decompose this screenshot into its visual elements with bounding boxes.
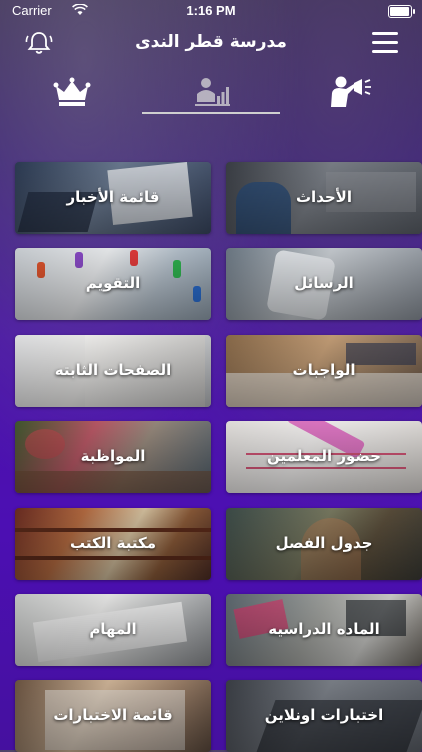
active-tab-indicator: [142, 112, 280, 114]
card-label: التقويم: [85, 274, 141, 292]
icon-tabs: [0, 72, 422, 122]
speaker-icon: [331, 76, 371, 107]
card-label: قائمة الاختبارات: [53, 706, 173, 724]
card-news-list[interactable]: قائمة الأخبار: [15, 162, 211, 234]
navigation-bar: مدرسة قطر الندى: [0, 26, 422, 62]
card-attendance[interactable]: المواظبة: [15, 421, 211, 493]
card-label: قائمة الأخبار: [66, 188, 160, 206]
status-bar: Carrier 1:16 PM: [0, 0, 422, 22]
tab-chart[interactable]: [183, 72, 239, 112]
card-events[interactable]: الأحداث: [226, 162, 422, 234]
card-label: الأحداث: [295, 188, 352, 206]
tab-speaker[interactable]: [322, 72, 378, 112]
card-library[interactable]: مكتبة الكتب: [15, 508, 211, 580]
chart-icon: [195, 78, 230, 106]
card-label: الرسائل: [294, 274, 354, 292]
card-online-exams[interactable]: اختبارات اونلاين: [226, 680, 422, 752]
card-label: جدول الفصل: [275, 534, 373, 552]
card-tasks[interactable]: المهام: [15, 594, 211, 666]
card-exams-list[interactable]: قائمة الاختبارات: [15, 680, 211, 752]
card-label: المهام: [89, 620, 137, 638]
hamburger-menu-icon[interactable]: [372, 32, 398, 54]
card-label: الصفحات الثابته: [54, 361, 172, 379]
crown-icon: [53, 77, 91, 106]
page-title: مدرسة قطر الندى: [135, 32, 287, 52]
battery-icon: [388, 5, 415, 18]
card-homework[interactable]: الواجبات: [226, 335, 422, 407]
clock: 1:16 PM: [186, 3, 236, 18]
card-label: حضور المعلمين: [267, 447, 381, 465]
card-teachers-attendance[interactable]: حضور المعلمين: [226, 421, 422, 493]
card-static-pages[interactable]: الصفحات الثابته: [15, 335, 211, 407]
card-messages[interactable]: الرسائل: [226, 248, 422, 320]
card-label: مكتبة الكتب: [69, 534, 157, 552]
card-label: الماده الدراسيه: [268, 620, 380, 638]
card-class-schedule[interactable]: جدول الفصل: [226, 508, 422, 580]
card-subject[interactable]: الماده الدراسيه: [226, 594, 422, 666]
card-label: اختبارات اونلاين: [264, 706, 384, 724]
card-label: الواجبات: [292, 361, 356, 379]
card-calendar[interactable]: التقويم: [15, 248, 211, 320]
card-label: المواظبة: [80, 447, 146, 465]
tab-crown[interactable]: [44, 72, 100, 112]
